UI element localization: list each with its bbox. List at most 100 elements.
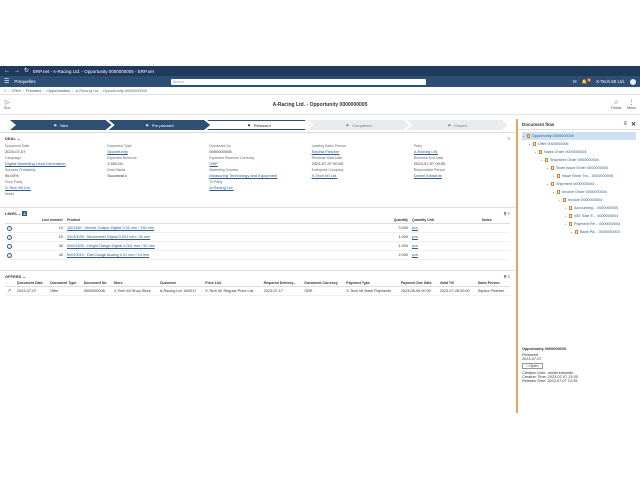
quantity-unit[interactable]: pcs [410, 232, 480, 242]
home-icon[interactable]: ⌂ [4, 88, 6, 93]
tree-item[interactable]: ⌄ Accounting... 0000000005 [522, 204, 636, 212]
table-row[interactable]: ↗ 2023-07-07 Offer 0000000006 X-Tech MI Shop… [5, 286, 510, 296]
tree-item[interactable]: ⌄ Shipment 0000000004 [522, 180, 636, 188]
chevron-down-icon[interactable]: ⌄ [522, 134, 525, 138]
tree-item[interactable]: ⌄ Payment Re... 0000000004 [522, 220, 636, 228]
field-value[interactable]: Digital Marketing Lead Generation [5, 161, 101, 166]
field-value[interactable]: Measuring Technology and Equipment [209, 173, 305, 178]
chevron-down-icon[interactable]: ⌄ [552, 174, 555, 178]
open-button[interactable]: □ Open [522, 363, 543, 369]
lines-heading[interactable]: LINES ⌄ 4 [5, 211, 27, 216]
deal-field [107, 180, 203, 191]
search-input[interactable]: Search [170, 78, 426, 85]
table-row[interactable]: i 20 20010030 : Micrometer Digital 0.001 m… [5, 232, 510, 242]
field-value[interactable]: A-Racing Ltd. [209, 185, 305, 190]
stage-completed[interactable]: ⚑ Completed [307, 120, 410, 130]
product-link[interactable]: 60010010 : Dial Gauge Analog 0.01 mm / 1… [65, 250, 380, 260]
deal-field: Leading Sales Person Sepina Fletcher [312, 144, 408, 155]
chevron-down-icon[interactable]: ⌄ [540, 158, 543, 162]
tree-item[interactable]: ⌄ Bank Pa... 0000000003 [522, 228, 636, 236]
table-row[interactable]: i 10 1001150 : Vernier Caliper Digital 0.0… [5, 223, 510, 233]
breadcrumb-crm[interactable]: CRM [12, 88, 21, 93]
product-link[interactable]: 1001150 : Vernier Caliper Digital 0.01 m… [65, 223, 380, 233]
chevron-down-icon[interactable]: ⌄ [546, 166, 549, 170]
table-cell: GBP [302, 286, 345, 296]
document-detail: Opportunity 0000000005 Released 2023-07-… [522, 347, 636, 383]
field-value: 95.00% [5, 173, 19, 178]
follow-button[interactable]: ☆ Follow [611, 99, 621, 110]
field-value[interactable]: Daniel Edwards [414, 173, 510, 178]
chevron-down-icon[interactable]: ⌄ [570, 230, 573, 234]
chevron-down-icon[interactable]: ⌄ [552, 190, 555, 194]
list-icon[interactable]: ≡ [508, 136, 510, 141]
info-icon[interactable]: i [7, 234, 12, 240]
user-name[interactable]: X-Tech MI Ltd. [596, 79, 625, 84]
field-value[interactable]: X-Tech MI Ltd. [312, 173, 408, 178]
stage-preplanned[interactable]: ⚑ Pre-planned [108, 120, 211, 130]
refresh-icon[interactable]: ↻ [24, 68, 29, 74]
offers-heading[interactable]: OFFERS ⌄ [5, 274, 26, 279]
stage-closed[interactable]: ⚑ Closed [406, 120, 508, 130]
run-button[interactable]: ▷ Run [4, 99, 10, 110]
chevron-down-icon[interactable]: ⌄ [546, 182, 549, 186]
close-icon[interactable]: ✕ [631, 121, 636, 128]
quantity-unit[interactable]: pcs [410, 250, 480, 260]
product-link[interactable]: 50001500 : Height Gauge Digital 0.001 mm… [65, 241, 380, 251]
deal-field: Party A-Racing Ltd. [414, 144, 510, 155]
tree-item-label: Sales Order 0000000004 [544, 150, 587, 154]
tree-item[interactable]: ⌄ Invoice 0000000004 [522, 196, 636, 204]
avatar[interactable] [630, 78, 636, 85]
chat-icon[interactable]: ✉ [573, 79, 577, 85]
field-value[interactable]: Sepina Fletcher [312, 149, 408, 154]
app-name[interactable]: Prequelles [14, 79, 35, 84]
tree-item[interactable]: ⌄ Issue Store Tra... 0000000006 [522, 172, 636, 180]
document-icon [569, 206, 572, 210]
tree-item[interactable]: ⌄ Sales Order 0000000004 [522, 148, 636, 156]
tree-item[interactable]: ⌄ VAT Sale E... 0000000004 [522, 212, 636, 220]
quantity-unit[interactable]: pcs [410, 241, 480, 251]
tree-item[interactable]: ⌄ Store Issue Order 0000000004 [522, 164, 636, 172]
forward-icon[interactable]: → [14, 68, 20, 74]
table-row[interactable]: i 40 60010010 : Dial Gauge Analog 0.01 mm … [5, 250, 510, 260]
stage-released[interactable]: ⚑ Released [207, 120, 311, 130]
table-cell: X-Tech MI Shop Store [111, 286, 158, 296]
tree-item[interactable]: ⌄ Invoice Order 0000000004 [522, 188, 636, 196]
info-icon[interactable]: i [7, 243, 12, 249]
notification-badge: 9 [587, 77, 591, 82]
chevron-down-icon[interactable]: ⌄ [534, 150, 537, 154]
field-value[interactable]: X-Tech MI Ltd. [5, 185, 101, 190]
tree-item[interactable]: ⌄ Opportunity 0000000005 [522, 132, 636, 140]
deal-heading[interactable]: DEAL ⌄ [5, 136, 20, 141]
menu-button[interactable]: ⋮ Menu [627, 99, 636, 110]
product-link[interactable]: 20010030 : Micrometer Digital 0.001 mm /… [65, 232, 380, 242]
stage-new[interactable]: ⚑ New [10, 120, 112, 130]
tree-item[interactable]: ⌄ Offer 0000000006 [522, 140, 636, 148]
back-icon[interactable]: ← [4, 68, 10, 74]
deal-section: DEAL ⌄ ≡ Document Date 2023-07-07 Document… [0, 132, 515, 205]
menu-icon[interactable]: ☰ [4, 78, 9, 85]
quantity-unit[interactable]: pcs [410, 223, 480, 233]
chevron-down-icon[interactable]: ⌄ [564, 214, 567, 218]
field-value[interactable]: A-Racing Ltd. [414, 149, 510, 154]
open-icon[interactable]: ↗ [7, 288, 11, 294]
field-value[interactable]: GBP [209, 161, 305, 166]
field-label: Document Date [5, 144, 30, 148]
chevron-down-icon[interactable]: ⌄ [558, 198, 561, 202]
chevron-down-icon[interactable]: ⌄ [528, 142, 531, 146]
chevron-down-icon[interactable]: ⌄ [564, 206, 567, 210]
info-icon[interactable]: i [7, 252, 12, 258]
list-icon[interactable]: ≡ [623, 121, 627, 127]
field-value[interactable]: Opportunity [107, 149, 203, 154]
breadcrumb-opportunities[interactable]: Opportunities [46, 88, 70, 93]
search-icon[interactable]: ⚲ [504, 211, 507, 216]
table-row[interactable]: i 30 50001500 : Height Gauge Digital 0.001… [5, 241, 510, 251]
deal-field: Document No 0000000005 [209, 144, 305, 155]
tree-item[interactable]: ⌄ Shipment Order 0000000004 [522, 156, 636, 164]
chevron-down-icon[interactable]: ⌄ [564, 222, 567, 226]
notification-icon[interactable]: 🔔9 [582, 77, 591, 85]
breadcrumb-presales[interactable]: Presales [26, 88, 42, 93]
list-icon[interactable]: ≡ [508, 274, 510, 279]
info-icon[interactable]: i [7, 225, 12, 231]
list-icon[interactable]: ≡ [508, 211, 510, 216]
search-icon[interactable]: ⚲ [504, 274, 507, 279]
